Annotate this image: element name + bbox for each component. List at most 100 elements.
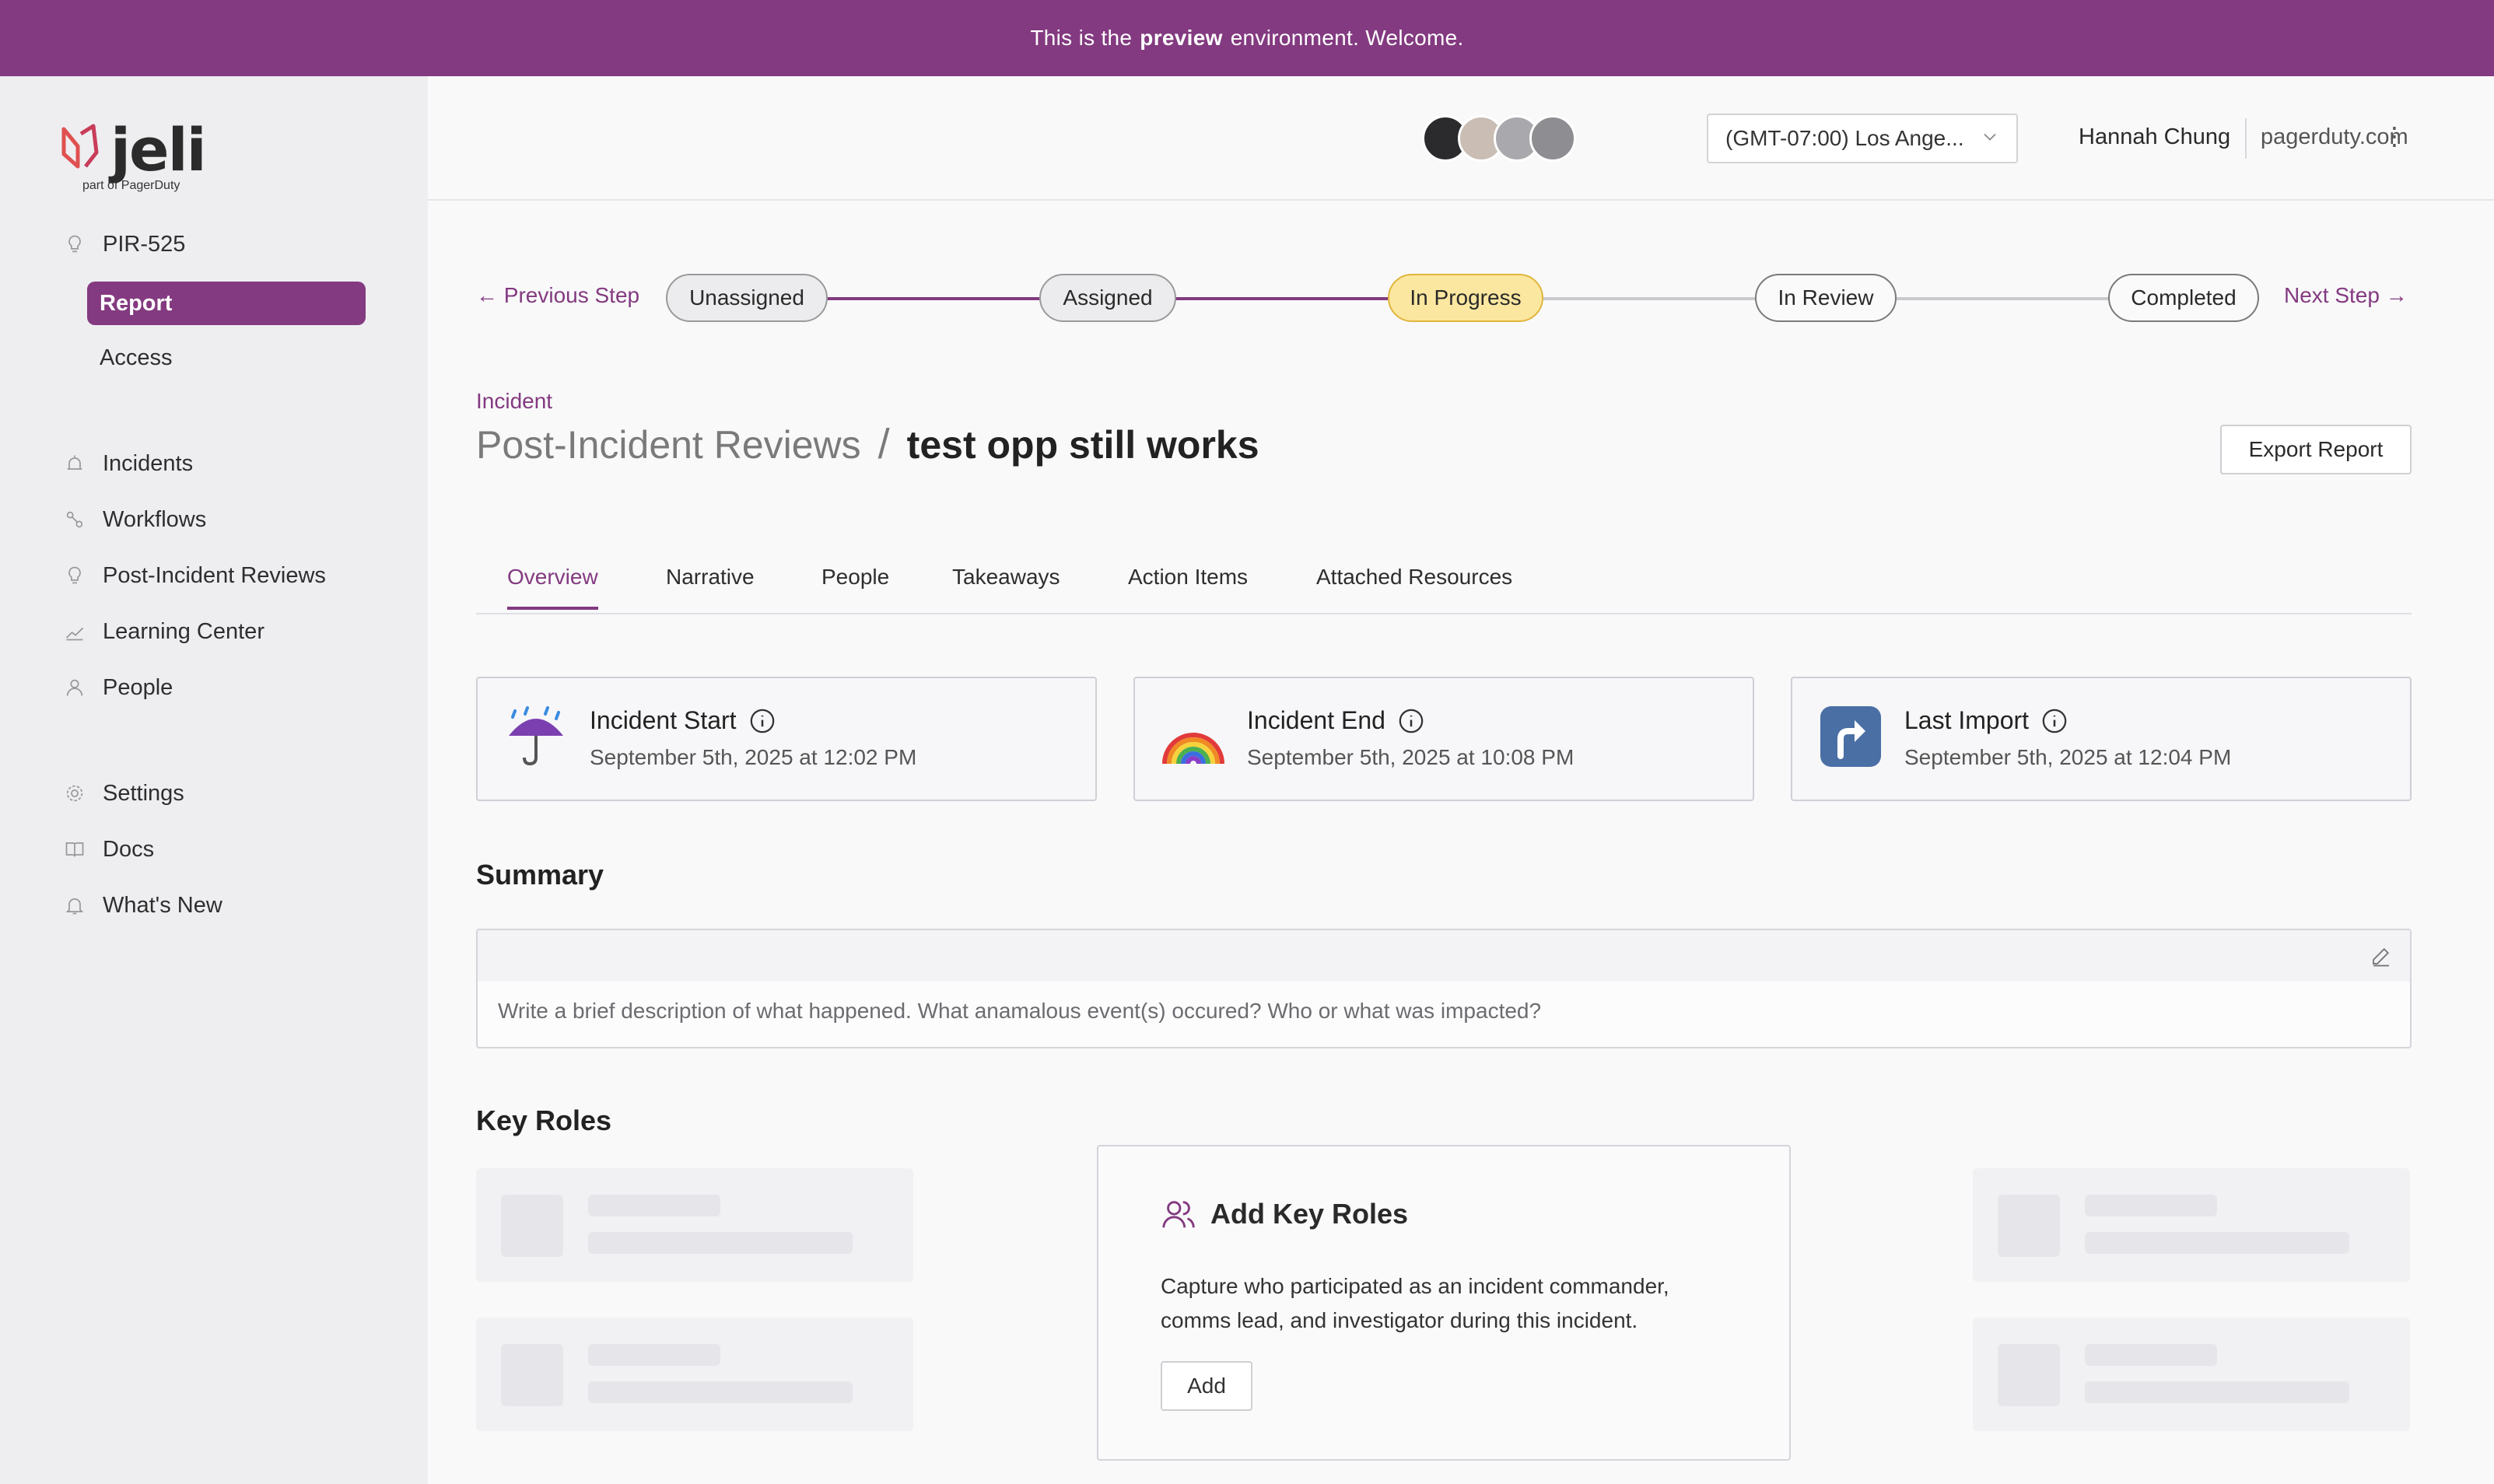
top-header: (GMT-07:00) Los Ange... Hannah Chung pag… [428, 76, 2494, 201]
chart-line-icon [62, 619, 87, 644]
sidebar-item-workflows[interactable]: Workflows [62, 498, 373, 541]
add-key-roles-description: Capture who participated as an incident … [1161, 1274, 1669, 1332]
card-date: September 5th, 2025 at 12:04 PM [1904, 745, 2232, 769]
sidebar-item-people[interactable]: People [62, 666, 373, 709]
logo-tagline: part of PagerDuty [82, 179, 180, 192]
breadcrumb-separator: / [877, 421, 890, 467]
jeli-wordmark: jeli [110, 115, 207, 184]
user-name[interactable]: Hannah Chung [2079, 124, 2230, 150]
last-import-card: Last Import September 5th, 2025 at 12:04… [1791, 677, 2412, 801]
breadcrumb-parent[interactable]: Post-Incident Reviews [476, 422, 861, 467]
card-title: Last Import [1904, 706, 2068, 735]
previous-step-link[interactable]: ← Previous Step [476, 283, 639, 308]
card-date: September 5th, 2025 at 12:02 PM [590, 745, 917, 769]
sidebar-item-label: People [103, 674, 173, 700]
pencil-icon[interactable] [2370, 944, 2393, 968]
card-title-text: Incident End [1247, 706, 1385, 734]
sidebar-item-label: Workflows [103, 506, 207, 532]
card-title-text: Last Import [1904, 706, 2030, 734]
people-icon [1162, 1201, 1195, 1228]
sidebar-item-label: Learning Center [103, 618, 264, 644]
summary-editor[interactable]: Write a brief description of what happen… [476, 929, 2412, 1048]
add-key-roles-button[interactable]: Add [1161, 1361, 1252, 1411]
jeli-logo-mark-icon [61, 124, 99, 169]
tab-action-items[interactable]: Action Items [1128, 565, 1248, 607]
sidebar-item-label: Post-Incident Reviews [103, 562, 326, 588]
add-key-roles-label: Add Key Roles [1210, 1198, 1409, 1230]
workflow-icon [62, 507, 87, 532]
sidebar-sub-report[interactable]: Report [87, 282, 366, 325]
book-icon [62, 837, 87, 862]
arrow-up-right-icon [1820, 706, 1881, 767]
umbrella-rain-icon [509, 706, 563, 766]
step-connector [1893, 297, 2111, 300]
sidebar-item-label: PIR-525 [103, 231, 186, 257]
page-title: Post-Incident Reviews / test opp still w… [476, 420, 1259, 468]
role-skeleton [476, 1168, 913, 1282]
gear-icon [62, 781, 87, 806]
summary-heading: Summary [476, 859, 604, 891]
lightbulb-icon [62, 563, 87, 588]
info-icon[interactable] [749, 708, 776, 734]
sidebar-item-settings[interactable]: Settings [62, 772, 373, 815]
add-key-roles-title: Add Key Roles [1161, 1196, 1408, 1232]
step-in-review[interactable]: In Review [1755, 274, 1897, 322]
preview-banner: This is the preview environment. Welcome… [0, 0, 2494, 76]
summary-toolbar [478, 930, 2410, 982]
divider [2245, 118, 2247, 159]
sidebar-item-pir[interactable]: PIR-525 [62, 222, 373, 266]
banner-prefix: This is the [1030, 26, 1133, 50]
incident-end-card: Incident End September 5th, 2025 at 10:0… [1133, 677, 1754, 801]
tab-bar: Overview Narrative People Takeaways Acti… [476, 558, 2412, 614]
banner-suffix: environment. Welcome. [1230, 26, 1464, 50]
sidebar-item-whats-new[interactable]: What's New [62, 884, 373, 927]
viewer-avatars[interactable] [1422, 115, 1576, 162]
bell-icon [62, 893, 87, 918]
summary-placeholder: Write a brief description of what happen… [498, 999, 1542, 1023]
alarm-icon [62, 451, 87, 476]
sidebar-item-incidents[interactable]: Incidents [62, 442, 373, 485]
timezone-select[interactable]: (GMT-07:00) Los Ange... [1707, 114, 2018, 163]
tab-takeaways[interactable]: Takeaways [952, 565, 1060, 607]
card-title: Incident End [1247, 706, 1424, 735]
sidebar: jeli part of PagerDuty PIR-525 Report Ac… [0, 76, 428, 1484]
tab-overview[interactable]: Overview [507, 565, 598, 610]
add-key-roles-card: Add Key Roles Capture who participated a… [1097, 1145, 1791, 1461]
sidebar-item-label: Docs [103, 836, 155, 862]
rainbow-icon [1162, 733, 1224, 765]
card-title: Incident Start [590, 706, 776, 735]
step-connector [1173, 297, 1391, 300]
step-connector [1540, 297, 1758, 300]
sidebar-item-post-incident-reviews[interactable]: Post-Incident Reviews [62, 554, 373, 597]
avatar[interactable] [1529, 115, 1576, 162]
export-report-button[interactable]: Export Report [2220, 425, 2412, 474]
card-title-text: Incident Start [590, 706, 737, 734]
timezone-value: (GMT-07:00) Los Ange... [1725, 126, 1964, 150]
step-unassigned[interactable]: Unassigned [666, 274, 828, 322]
tab-people[interactable]: People [821, 565, 889, 607]
role-skeleton [1973, 1318, 2410, 1431]
sidebar-sub-access[interactable]: Access [87, 336, 366, 380]
sidebar-item-docs[interactable]: Docs [62, 828, 373, 871]
role-skeleton [1973, 1168, 2410, 1282]
step-completed[interactable]: Completed [2108, 274, 2259, 322]
person-icon [62, 675, 87, 700]
next-step-link[interactable]: Next Step → [2284, 283, 2408, 308]
sidebar-item-label: Settings [103, 780, 184, 806]
step-in-progress[interactable]: In Progress [1388, 274, 1543, 322]
step-connector [825, 297, 1042, 300]
sidebar-item-label: Incidents [103, 450, 194, 476]
tab-narrative[interactable]: Narrative [666, 565, 755, 607]
incident-kicker[interactable]: Incident [476, 389, 552, 414]
banner-env: preview [1140, 26, 1223, 50]
info-icon[interactable] [1398, 708, 1424, 734]
role-skeleton [476, 1318, 913, 1431]
tab-attached-resources[interactable]: Attached Resources [1316, 565, 1512, 607]
lightbulb-icon [62, 232, 87, 257]
info-icon[interactable] [2041, 708, 2068, 734]
chevron-down-icon [1984, 133, 1996, 141]
more-menu-icon[interactable]: ⋮ [2382, 121, 2407, 151]
key-roles-heading: Key Roles [476, 1104, 612, 1136]
step-assigned[interactable]: Assigned [1039, 274, 1176, 322]
sidebar-item-learning-center[interactable]: Learning Center [62, 610, 373, 653]
